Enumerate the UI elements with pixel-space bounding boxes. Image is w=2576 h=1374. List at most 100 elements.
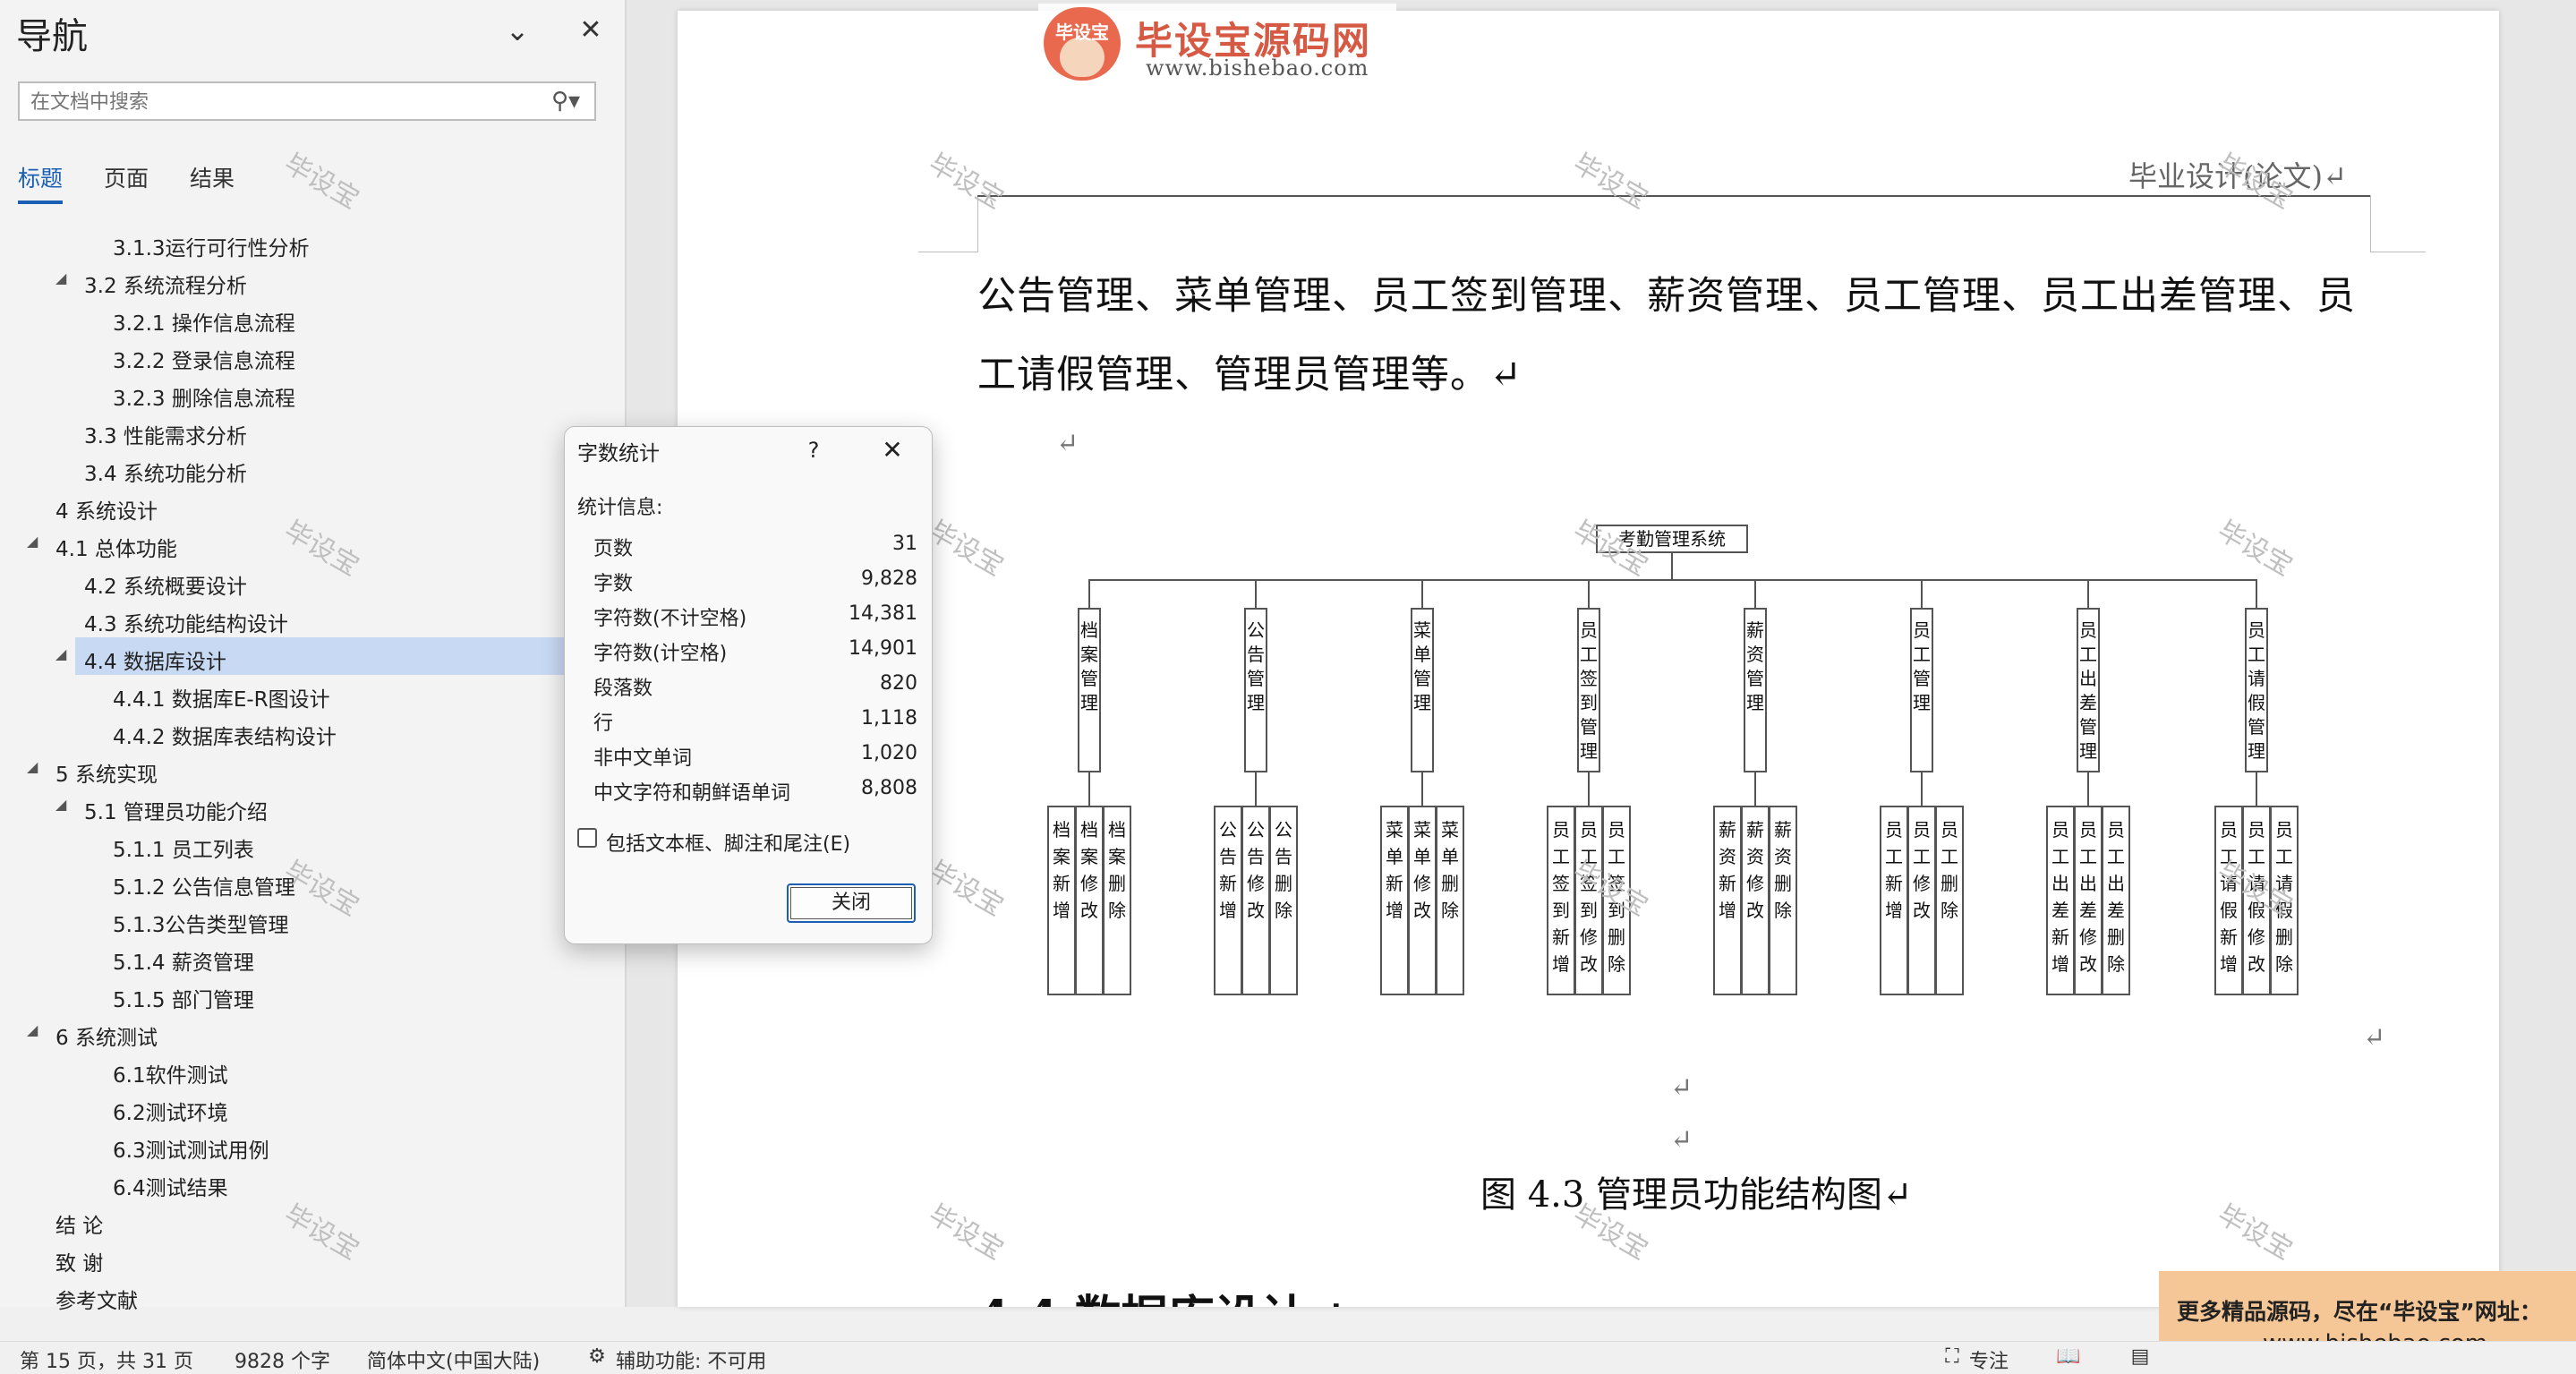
- nav-heading-item[interactable]: 4.3 系统功能结构设计: [84, 607, 288, 637]
- include-textboxes-checkbox[interactable]: [577, 828, 597, 848]
- read-mode-icon[interactable]: 📖: [2055, 1345, 2082, 1369]
- nav-heading-item[interactable]: 5.1.4 薪资管理: [113, 945, 254, 976]
- dialog-close-button[interactable]: ✕: [871, 432, 914, 468]
- tab-pages[interactable]: 页面: [104, 161, 149, 193]
- search-icon[interactable]: ⚲▾: [544, 85, 587, 117]
- nav-heading-item[interactable]: ◢ 4.4 数据库设计: [55, 644, 226, 675]
- nav-heading-label: 4.1 总体功能: [55, 538, 177, 561]
- nav-heading-label: 参考文献: [55, 1290, 138, 1313]
- nav-heading-item[interactable]: 4.2 系统概要设计: [84, 569, 247, 600]
- expand-triangle-icon[interactable]: ◢: [27, 533, 38, 550]
- nav-heading-label: 4.4.1 数据库E-R图设计: [113, 688, 330, 712]
- chart-connector: [1255, 579, 1257, 608]
- search-input[interactable]: [29, 87, 542, 117]
- chart-subfunction-box: 员工删除: [1935, 806, 1964, 995]
- nav-heading-item[interactable]: 4 系统设计: [55, 494, 158, 525]
- accessibility-status[interactable]: 辅助功能: 不可用: [616, 1345, 766, 1374]
- nav-heading-item[interactable]: 5.1.5 部门管理: [113, 983, 254, 1013]
- nav-heading-item[interactable]: 6.2测试环境: [113, 1096, 228, 1126]
- nav-heading-label: 5.1.1 员工列表: [113, 839, 254, 862]
- chart-connector: [1088, 772, 1090, 806]
- nav-heading-item[interactable]: 3.1.3运行可行性分析: [113, 231, 310, 261]
- stat-row: 字符数(不计空格) 14,381: [593, 597, 917, 631]
- word-count-status[interactable]: 9828 个字: [235, 1345, 330, 1374]
- chart-category-box: 员工出差管理: [2077, 608, 2100, 772]
- include-textboxes-label[interactable]: 包括文本框、脚注和尾注(E): [606, 828, 850, 857]
- nav-heading-item[interactable]: 5.1.2 公告信息管理: [113, 870, 295, 900]
- chart-category-box: 薪资管理: [1744, 608, 1767, 772]
- chart-subfunction-box: 公告删除: [1269, 806, 1298, 995]
- nav-heading-item[interactable]: 5.1.1 员工列表: [113, 832, 254, 863]
- nav-heading-item[interactable]: 3.3 性能需求分析: [84, 419, 247, 449]
- nav-heading-item[interactable]: 3.2.2 登录信息流程: [113, 344, 295, 374]
- chart-connector: [1921, 772, 1923, 806]
- nav-heading-item[interactable]: ◢ 5.1 管理员功能介绍: [55, 795, 268, 825]
- nav-heading-item[interactable]: 6.4测试结果: [113, 1171, 228, 1201]
- tab-results[interactable]: 结果: [190, 161, 235, 193]
- nav-heading-item[interactable]: 4.4.2 数据库表结构设计: [113, 720, 337, 750]
- close-icon[interactable]: ✕: [571, 11, 610, 50]
- logo-badge-text: 毕设宝: [1055, 21, 1109, 43]
- nav-heading-label: 5 系统实现: [55, 764, 158, 787]
- paragraph-mark: ↵: [1056, 428, 1079, 459]
- nav-heading-item[interactable]: ◢ 4.1 总体功能: [27, 532, 177, 562]
- nav-heading-item[interactable]: 致 谢: [55, 1246, 103, 1276]
- nav-heading-label: 结 论: [55, 1215, 104, 1238]
- chart-category-box: 员工签到管理: [1577, 608, 1600, 772]
- stat-label: 页数: [593, 538, 634, 560]
- print-layout-icon[interactable]: ▤: [2127, 1345, 2154, 1369]
- site-logo: 毕设宝 毕设宝源码网 www.bishebao.com: [1038, 4, 1396, 86]
- chart-subfunction-box: 薪资删除: [1769, 806, 1797, 995]
- stat-value: 14,381: [849, 602, 917, 625]
- nav-heading-item[interactable]: 4.4.1 数据库E-R图设计: [113, 682, 330, 713]
- stat-row: 字数 9,828: [593, 562, 917, 596]
- nav-heading-item[interactable]: 6.1软件测试: [113, 1058, 228, 1088]
- nav-heading-item[interactable]: 3.2.1 操作信息流程: [113, 306, 295, 337]
- nav-heading-item[interactable]: ◢ 6 系统测试: [27, 1020, 158, 1051]
- chart-subfunction-box: 员工新增: [1880, 806, 1908, 995]
- stat-label: 字数: [593, 573, 634, 595]
- nav-heading-item[interactable]: 3.4 系统功能分析: [84, 457, 247, 487]
- accessibility-icon: ⚙: [588, 1345, 606, 1368]
- nav-heading-item[interactable]: 6.3测试测试用例: [113, 1133, 269, 1164]
- nav-heading-label: 6.2测试环境: [113, 1102, 228, 1125]
- chart-subfunction-box: 公告新增: [1214, 806, 1242, 995]
- stat-label: 非中文单词: [593, 747, 693, 770]
- focus-mode-button[interactable]: 专注: [1969, 1345, 2009, 1374]
- nav-heading-item[interactable]: 3.2.3 删除信息流程: [113, 381, 295, 412]
- nav-heading-label: 5.1 管理员功能介绍: [84, 801, 268, 824]
- section-heading-text: 4.4 数据库设计↵: [977, 1291, 1346, 1307]
- page-count-status[interactable]: 第 15 页，共 31 页: [20, 1345, 193, 1374]
- nav-heading-item[interactable]: 参考文献: [55, 1284, 138, 1314]
- help-button[interactable]: ?: [796, 432, 832, 468]
- nav-heading-label: 6.4测试结果: [113, 1177, 228, 1200]
- stat-label: 字符数(不计空格): [593, 608, 747, 630]
- stat-value: 1,020: [861, 742, 917, 764]
- close-dialog-button[interactable]: 关闭: [787, 883, 916, 923]
- expand-triangle-icon[interactable]: ◢: [55, 269, 66, 286]
- nav-heading-item[interactable]: ◢ 5 系统实现: [27, 757, 158, 788]
- expand-triangle-icon[interactable]: ◢: [27, 758, 38, 775]
- stat-value: 14,901: [849, 637, 917, 660]
- chart-subfunction-box: 薪资新增: [1713, 806, 1742, 995]
- chart-subfunction-box: 员工请假新增: [2214, 806, 2243, 995]
- stat-label: 字符数(计空格): [593, 643, 728, 665]
- stats-section-label: 统计信息:: [577, 497, 663, 519]
- nav-heading-label: 4.4 数据库设计: [84, 651, 226, 674]
- chevron-down-icon[interactable]: ⌄: [498, 11, 537, 50]
- stat-row: 中文字符和朝鲜语单词 8,808: [593, 772, 917, 806]
- nav-heading-item[interactable]: 结 论: [55, 1208, 103, 1239]
- language-status[interactable]: 简体中文(中国大陆): [367, 1345, 540, 1374]
- expand-triangle-icon[interactable]: ◢: [27, 1021, 38, 1038]
- nav-heading-label: 6 系统测试: [55, 1027, 158, 1050]
- nav-heading-item[interactable]: ◢ 3.2 系统流程分析: [55, 269, 247, 299]
- expand-triangle-icon[interactable]: ◢: [55, 796, 66, 813]
- stat-value: 31: [892, 533, 917, 555]
- stat-label: 段落数: [593, 678, 653, 700]
- nav-search-box[interactable]: ⚲▾: [18, 81, 596, 121]
- chart-subfunction-box: 员工签到新增: [1547, 806, 1575, 995]
- expand-triangle-icon[interactable]: ◢: [55, 645, 66, 662]
- nav-heading-item[interactable]: 5.1.3公告类型管理: [113, 908, 289, 938]
- word-count-dialog: 字数统计 ? ✕ 统计信息: 页数 31 字数 9,828 字符数(不计空格) 14,38…: [564, 426, 933, 944]
- tab-headings[interactable]: 标题: [18, 161, 63, 193]
